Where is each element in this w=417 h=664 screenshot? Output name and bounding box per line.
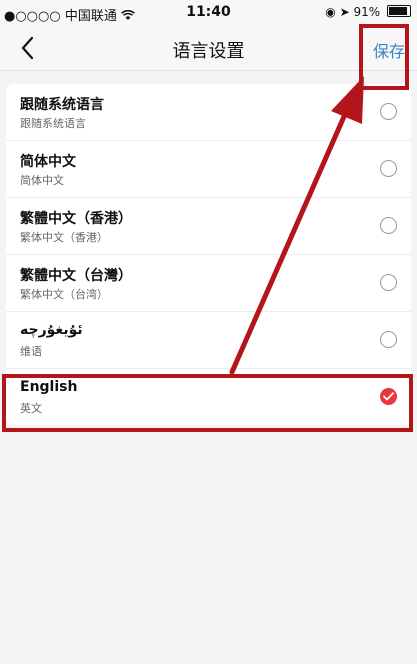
- status-indicators: ◉ ➤ 91%: [325, 5, 411, 19]
- location-icon: ➤: [339, 5, 350, 19]
- nav-bar: 语言设置 保存: [0, 26, 417, 71]
- language-option-traditional-chinese-hk[interactable]: 繁體中文（香港） 繁体中文（香港）: [6, 198, 411, 255]
- radio-unchecked-icon[interactable]: [380, 217, 397, 234]
- language-subtitle: 跟随系统语言: [20, 117, 86, 130]
- language-name: ئۇيغۇرچە: [20, 322, 83, 338]
- language-name: 跟随系统语言: [20, 97, 104, 113]
- language-list: 跟随系统语言 跟随系统语言 简体中文 简体中文 繁體中文（香港） 繁体中文（香港…: [6, 84, 411, 425]
- save-button[interactable]: 保存: [373, 38, 405, 62]
- radio-unchecked-icon[interactable]: [380, 331, 397, 348]
- battery-icon: [387, 5, 411, 17]
- checkmark-icon: [383, 392, 394, 401]
- language-subtitle: 繁体中文（台湾）: [20, 288, 108, 301]
- language-subtitle: 英文: [20, 402, 42, 415]
- language-name: 简体中文: [20, 154, 76, 170]
- radio-checked-icon[interactable]: [380, 388, 397, 405]
- language-name: 繁體中文（台灣）: [20, 268, 132, 284]
- language-option-traditional-chinese-tw[interactable]: 繁體中文（台灣） 繁体中文（台湾）: [6, 255, 411, 312]
- status-bar: ●○○○○ 中国联通 11:40 ◉ ➤ 91%: [0, 0, 417, 26]
- page-title: 语言设置: [172, 41, 245, 62]
- radio-unchecked-icon[interactable]: [380, 103, 397, 120]
- language-name: English: [20, 379, 78, 395]
- lock-rotation-icon: ◉: [325, 5, 336, 19]
- language-subtitle: 维语: [20, 345, 42, 358]
- language-option-english[interactable]: English 英文: [6, 369, 411, 425]
- battery-percent: 91%: [353, 5, 381, 19]
- radio-unchecked-icon[interactable]: [380, 274, 397, 291]
- language-option-uyghur[interactable]: ئۇيغۇرچە 维语: [6, 312, 411, 369]
- language-option-simplified-chinese[interactable]: 简体中文 简体中文: [6, 141, 411, 198]
- language-subtitle: 繁体中文（香港）: [20, 231, 108, 244]
- radio-unchecked-icon[interactable]: [380, 160, 397, 177]
- language-subtitle: 简体中文: [20, 174, 64, 187]
- language-option-follow-system[interactable]: 跟随系统语言 跟随系统语言: [6, 84, 411, 141]
- language-name: 繁體中文（香港）: [20, 211, 132, 227]
